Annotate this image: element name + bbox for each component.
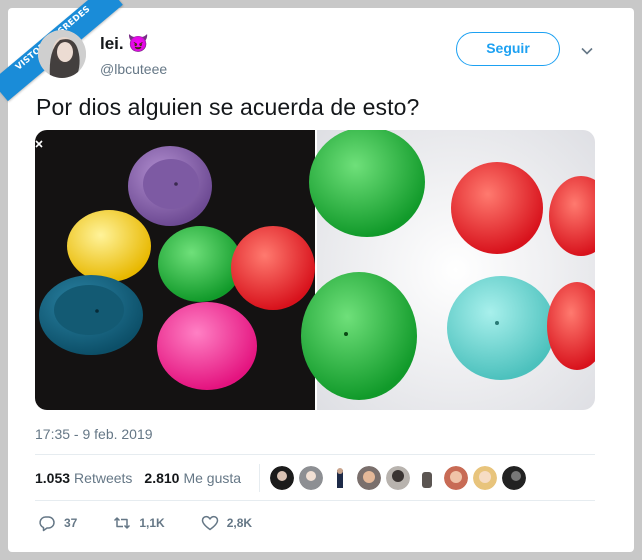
tweet-text: Por dios alguien se acuerda de esto? (36, 94, 420, 120)
likers-avatars (270, 466, 531, 490)
reply-button[interactable]: 37 (38, 514, 77, 532)
liker-avatar[interactable] (473, 466, 498, 490)
chevron-down-icon[interactable] (580, 44, 594, 58)
likes-count[interactable]: 2.810 (144, 470, 179, 486)
reply-count: 37 (64, 516, 78, 530)
media-photos (35, 130, 595, 410)
liker-avatar[interactable] (299, 466, 324, 490)
liker-avatar[interactable] (444, 466, 469, 490)
retweet-icon (114, 517, 131, 529)
like-button[interactable]: 2,8K (201, 514, 252, 532)
heart-icon (201, 515, 218, 531)
likes-label[interactable]: Me gusta (183, 470, 241, 486)
reply-icon (39, 516, 55, 532)
like-count: 2,8K (226, 516, 253, 530)
timestamp[interactable]: 17:35 - 9 feb. 2019 (35, 426, 153, 442)
divider (35, 500, 595, 501)
devil-emoji-icon: 😈 (127, 34, 149, 53)
liker-avatar[interactable] (357, 466, 382, 490)
liker-avatar[interactable] (386, 466, 411, 490)
user-handle[interactable]: @lbcuteee (100, 61, 167, 77)
retweets-label[interactable]: Retweets (74, 470, 132, 486)
liker-avatar[interactable] (270, 466, 295, 490)
engagement-stats: 1.053 Retweets 2.810 Me gusta (35, 464, 531, 492)
retweet-button[interactable]: 1,1K (113, 514, 165, 532)
display-name[interactable]: lei. 😈 (100, 34, 149, 54)
display-name-text: lei. (100, 34, 124, 53)
liker-avatar[interactable] (502, 466, 527, 490)
liker-avatar[interactable] (415, 466, 440, 490)
follow-button[interactable]: Seguir (456, 32, 560, 66)
tweet-media[interactable] (35, 130, 595, 410)
retweet-count: 1,1K (139, 516, 165, 530)
stats-separator (259, 464, 261, 492)
tweet-card: VISTOENLASREDES .com lei. 😈 @lbcuteee Se… (0, 0, 634, 552)
avatar[interactable] (38, 30, 86, 78)
tweet-actions: 37 1,1K 2,8K (38, 514, 288, 532)
divider (35, 454, 595, 455)
retweets-count[interactable]: 1.053 (35, 470, 70, 486)
liker-avatar[interactable] (328, 466, 353, 490)
